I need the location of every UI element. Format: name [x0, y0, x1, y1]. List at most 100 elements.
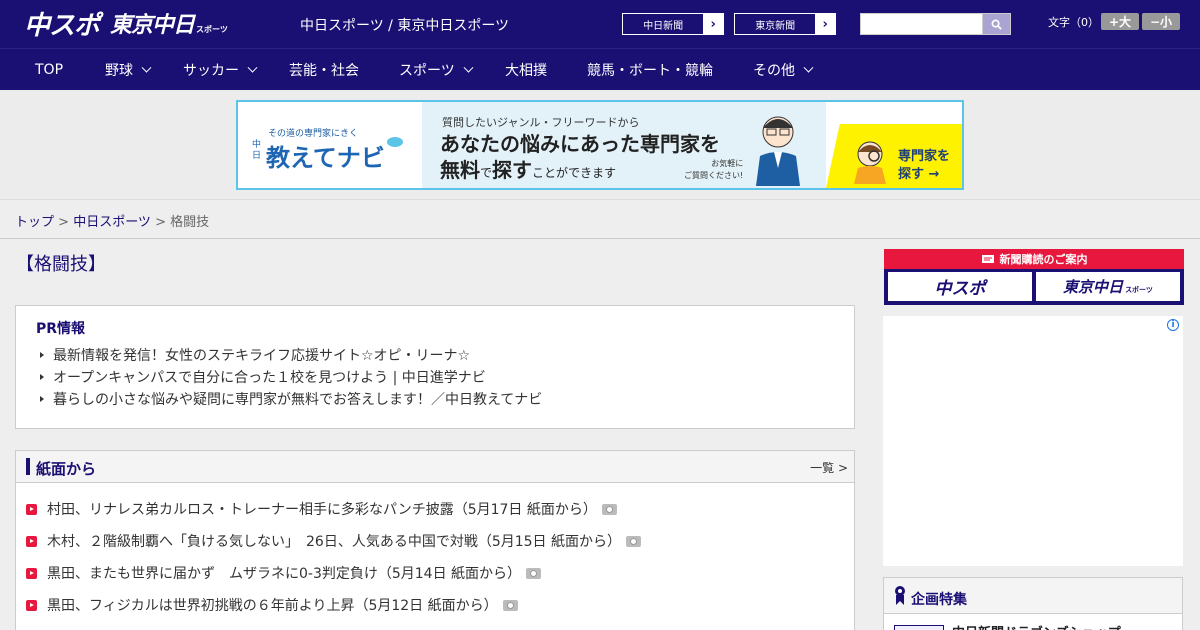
oshiete-navi-banner[interactable]: その道の専門家にきく 中日 教えてナビ 質問したいジャンル・フリーワードから あ… — [236, 100, 964, 190]
breadcrumb-divider — [0, 238, 1200, 239]
banner-note: お気軽にご質問ください! — [684, 158, 743, 182]
site-title: 中日スポーツ / 東京中日スポーツ — [300, 18, 510, 34]
pr-heading: PR情報 — [36, 321, 86, 337]
article-title: 木村、２階級制覇へ「負ける気しない」 26日、人気ある中国で対戦（5月15日 紙… — [47, 534, 621, 550]
ad-info-icon[interactable]: i — [1167, 319, 1179, 331]
subscription-heading: 新聞購読のご案内 — [884, 249, 1184, 269]
child-illustration — [854, 141, 886, 184]
nav-item-baseball[interactable]: 野球 — [105, 49, 152, 91]
feature-header: 企画特集 — [884, 578, 1182, 614]
chevron-right-icon: › — [815, 14, 835, 34]
search-input[interactable] — [860, 13, 982, 35]
banner-message-panel: 質問したいジャンル・フリーワードから あなたの悩みにあった専門家を 無料で探すこ… — [422, 102, 826, 188]
feature-item-text: 中日新聞ドラゴンズショップ — [952, 622, 1121, 630]
pr-item[interactable]: オープンキャンパスで自分に合った１校を見つけよう | 中日進学ナビ — [40, 366, 542, 388]
pr-item-text: 暮らしの小さな悩みや疑問に専門家が無料でお答えします！／中日教えてナビ — [53, 392, 543, 408]
camera-icon — [601, 503, 617, 515]
camera-icon — [625, 535, 641, 547]
search-icon — [991, 19, 1002, 30]
camera-icon — [502, 599, 518, 611]
banner-cta-1: 専門家を — [898, 149, 951, 164]
tokyo-logo-sub: スポーツ — [196, 25, 228, 34]
chevron-down-icon — [803, 62, 814, 73]
speech-bubble-icon — [387, 137, 403, 147]
tokyo-chunichi-logo[interactable]: 東京中日 スポーツ — [110, 8, 228, 38]
nav-label: 野球 — [105, 63, 133, 79]
breadcrumb-section-link[interactable]: 中日スポーツ — [73, 215, 151, 230]
ribbon-icon — [895, 586, 905, 605]
banner-free: 無料 — [440, 158, 480, 182]
chuspo-subscribe-button[interactable]: 中スポ — [888, 272, 1032, 301]
pr-info-box: PR情報 最新情報を発信！女性のステキライフ応援サイト☆オピ・リーナ☆ オープン… — [15, 305, 855, 429]
tokyo-logo-text: 東京中日 — [110, 13, 195, 38]
feature-item-dragons-shop[interactable]: 中日新聞ドラゴンズショップ — [894, 622, 1121, 630]
from-paper-more-link[interactable]: 一覧 > — [810, 459, 848, 476]
pr-item[interactable]: 暮らしの小さな悩みや疑問に専門家が無料でお答えします！／中日教えてナビ — [40, 388, 542, 410]
nav-item-entertainment[interactable]: 芸能・社会 — [289, 49, 359, 91]
pr-item-text: 最新情報を発信！女性のステキライフ応援サイト☆オピ・リーナ☆ — [53, 348, 471, 364]
camera-icon — [526, 567, 542, 579]
banner-brand-logo: 教えてナビ — [266, 144, 385, 172]
article-item[interactable]: 黒田、フィジカルは世界初挑戦の６年前より上昇（5月12日 紙面から） — [26, 589, 641, 621]
banner-cta-panel[interactable]: 専門家を 探す → — [826, 124, 962, 188]
banner-note-1: お気軽に — [711, 159, 744, 168]
page-title: 【格闘技】 — [16, 254, 106, 275]
nav-item-other[interactable]: その他 — [753, 49, 814, 91]
article-title: 黒田、フィジカルは世界初挑戦の６年前より上昇（5月12日 紙面から） — [47, 598, 498, 614]
nav-label: 競馬・ボート・競輪 — [587, 63, 713, 79]
article-item[interactable]: 村田、リナレス弟カルロス・トレーナー相手に多彩なパンチ披露（5月17日 紙面から… — [26, 493, 641, 525]
nav-item-top[interactable]: TOP — [35, 49, 63, 91]
feature-thumbnail — [894, 624, 944, 630]
chuspo-logo[interactable]: 中スポ — [24, 8, 100, 41]
subscription-box: 新聞購読のご案内 中スポ 東京中日 スポーツ — [884, 249, 1184, 305]
from-paper-heading: 紙面から — [36, 460, 97, 478]
banner-headline-2: 無料で探すことができます — [440, 154, 616, 183]
font-size-up-button[interactable]: +大 — [1101, 13, 1139, 30]
pr-item[interactable]: 最新情報を発信！女性のステキライフ応援サイト☆オピ・リーナ☆ — [40, 344, 542, 366]
chuspo-logo-text: 中スポ — [24, 10, 100, 41]
article-arrow-icon — [26, 567, 37, 579]
banner-cta-text: 専門家を 探す → — [898, 148, 950, 184]
banner-note-2: ご質問ください! — [684, 171, 744, 180]
bullet-triangle-icon — [40, 396, 44, 402]
chevron-down-icon — [247, 62, 258, 73]
chunichi-shimbun-label: 中日新聞 — [643, 20, 684, 32]
banner-can: ことができます — [532, 166, 617, 180]
chevron-right-icon: › — [703, 14, 723, 34]
breadcrumb-home-link[interactable]: トップ — [15, 215, 54, 230]
nav-label: その他 — [753, 63, 795, 79]
sidebar-ad[interactable]: i — [883, 316, 1183, 566]
nav-item-soccer[interactable]: サッカー — [183, 49, 258, 91]
chevron-down-icon — [141, 62, 152, 73]
subscription-heading-text: 新聞購読のご案内 — [999, 253, 1088, 266]
nav-label: 大相撲 — [505, 63, 547, 79]
nav-item-sports[interactable]: スポーツ — [399, 49, 474, 91]
banner-de: で — [480, 166, 493, 180]
tokyo-subscribe-text: 東京中日 — [1063, 278, 1124, 296]
font-size-down-button[interactable]: −小 — [1142, 13, 1180, 30]
breadcrumb-sep: > — [54, 215, 74, 230]
search-button[interactable] — [982, 13, 1011, 35]
tokyo-subscribe-sub: スポーツ — [1125, 286, 1153, 294]
feature-box: 企画特集 中日新聞ドラゴンズショップ — [883, 577, 1183, 630]
article-item[interactable]: 木村、２階級制覇へ「負ける気しない」 26日、人気ある中国で対戦（5月15日 紙… — [26, 525, 641, 557]
newspaper-icon — [981, 255, 994, 263]
article-title: 黒田、またも世界に届かず ムザラネに0-3判定負け（5月14日 紙面から） — [47, 566, 522, 582]
tokyo-shimbun-label: 東京新聞 — [755, 20, 796, 32]
from-paper-box: 紙面から 一覧 > 村田、リナレス弟カルロス・トレーナー相手に多彩なパンチ披露（… — [15, 450, 855, 630]
article-title: 村田、リナレス弟カルロス・トレーナー相手に多彩なパンチ披露（5月17日 紙面から… — [47, 502, 597, 518]
tokyo-shimbun-link[interactable]: 東京新聞 › — [734, 13, 836, 35]
banner-brand-side: 中日 — [252, 140, 262, 161]
from-paper-list: 村田、リナレス弟カルロス・トレーナー相手に多彩なパンチ披露（5月17日 紙面から… — [26, 493, 641, 621]
chunichi-shimbun-link[interactable]: 中日新聞 › — [622, 13, 724, 35]
article-item[interactable]: 黒田、またも世界に届かず ムザラネに0-3判定負け（5月14日 紙面から） — [26, 557, 641, 589]
tokyo-chunichi-subscribe-button[interactable]: 東京中日 スポーツ — [1036, 272, 1180, 301]
chevron-down-icon — [463, 62, 474, 73]
breadcrumb-current: 格闘技 — [170, 215, 210, 230]
nav-label: 芸能・社会 — [289, 63, 359, 79]
nav-item-sumo[interactable]: 大相撲 — [505, 49, 547, 91]
nav-item-racing[interactable]: 競馬・ボート・競輪 — [587, 49, 713, 91]
article-arrow-icon — [26, 599, 37, 611]
breadcrumb: トップ > 中日スポーツ > 格闘技 — [15, 211, 209, 230]
from-paper-header: 紙面から 一覧 > — [16, 451, 854, 483]
